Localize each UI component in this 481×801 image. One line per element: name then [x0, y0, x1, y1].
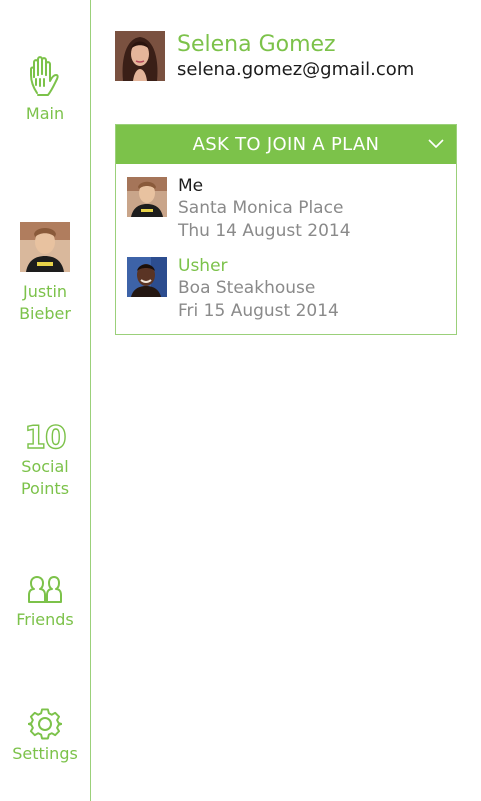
avatar [20, 222, 70, 272]
sidebar-main-label: Main [25, 104, 65, 123]
user-avatar-photo [115, 31, 165, 81]
sidebar-friends-label: Friends [16, 610, 74, 629]
profile-name-first: Justin [22, 282, 68, 301]
plan-avatar [127, 177, 167, 217]
user-name: Selena Gomez [177, 32, 336, 57]
social-points-label-1: Social [21, 457, 69, 476]
sidebar-item-profile[interactable]: Justin Bieber [0, 222, 90, 325]
gear-icon [28, 708, 62, 740]
avatar[interactable] [115, 31, 165, 81]
plan-date: Thu 14 August 2014 [178, 221, 351, 241]
plan-date: Fri 15 August 2014 [178, 301, 339, 321]
plan-avatar [127, 257, 167, 297]
sidebar-settings-label: Settings [12, 744, 78, 763]
plan-avatar-photo [127, 177, 167, 217]
plan-header-label: ASK TO JOIN A PLAN [192, 134, 380, 155]
avatar-photo [20, 222, 70, 272]
sidebar: Main Justin Bieber 10 Social Points Frie… [0, 0, 91, 801]
profile-name-last: Bieber [19, 304, 71, 323]
plan-list-item[interactable]: Me Santa Monica Place Thu 14 August 2014 [127, 176, 447, 247]
plan-organizer: Me [178, 176, 204, 196]
app-screen: Main Justin Bieber 10 Social Points Frie… [0, 0, 481, 801]
sidebar-item-main[interactable]: Main [0, 55, 90, 125]
plan-avatar-photo [127, 257, 167, 297]
plan-organizer: Usher [178, 256, 228, 276]
plan-panel: ASK TO JOIN A PLAN Me Santa Monica Place… [115, 124, 457, 335]
social-points-value: 10 [24, 420, 68, 456]
sidebar-item-friends[interactable]: Friends [0, 575, 90, 631]
main-panel: Selena Gomez selena.gomez@gmail.com ASK … [91, 0, 481, 801]
sidebar-item-social-points[interactable]: 10 Social Points [0, 420, 90, 500]
chevron-down-icon [428, 139, 444, 148]
friends-icon [28, 576, 62, 603]
plan-place: Santa Monica Place [178, 198, 344, 218]
plan-place: Boa Steakhouse [178, 278, 316, 298]
hand-icon [30, 56, 59, 96]
ask-to-join-plan-button[interactable]: ASK TO JOIN A PLAN [116, 125, 456, 164]
sidebar-item-settings[interactable]: Settings [0, 707, 90, 765]
user-email: selena.gomez@gmail.com [177, 59, 415, 80]
user-header: Selena Gomez selena.gomez@gmail.com [115, 31, 465, 83]
plan-list-item[interactable]: Usher Boa Steakhouse Fri 15 August 2014 [127, 256, 447, 327]
social-points-label-2: Points [20, 479, 70, 498]
